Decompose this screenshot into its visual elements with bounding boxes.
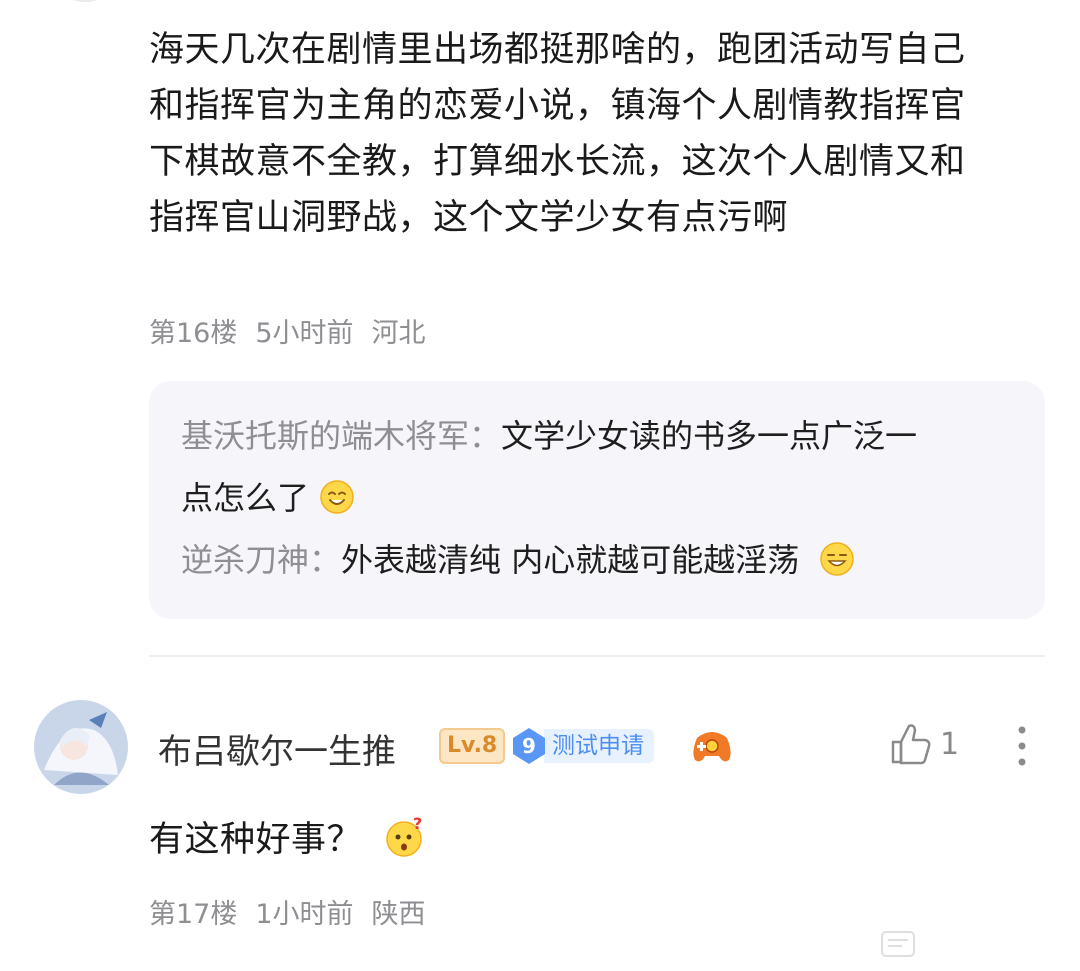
sub-reply-author[interactable]: 逆杀刀神： [181, 541, 341, 579]
location-label: 陕西 [371, 899, 426, 930]
comment-16-meta: 第16楼 5小时前 河北 [149, 311, 1049, 350]
comment-17-meta: 第17楼 1小时前 陕西 [149, 892, 1049, 931]
grin-emoji [820, 542, 854, 576]
level-badge: Lv.8 [439, 728, 506, 764]
like-count: 1 [940, 726, 960, 762]
comment-17-text: 有这种好事？ [149, 820, 363, 860]
previous-avatar-fragment [60, 0, 110, 2]
sub-replies-box[interactable]: 基沃托斯的端木将军：文学少女读的书多一点广泛一 点怎么了 逆杀刀神：外表越清纯 … [149, 381, 1045, 619]
game-controller-icon [693, 732, 731, 762]
thinking-emoji: ? [386, 815, 423, 857]
sub-reply-2[interactable]: 逆杀刀神：外表越清纯 内心就越可能越淫荡 [181, 529, 1013, 591]
sub-reply-1-cont: 点怎么了 [181, 467, 1013, 529]
tag-number-icon: 9 [510, 726, 548, 766]
comment-16-line-4: 指挥官山洞野战，这个文学少女有点污啊 [149, 198, 789, 238]
avatar[interactable] [34, 700, 128, 794]
tag-number: 9 [522, 734, 536, 758]
like-button[interactable]: 1 [890, 722, 959, 766]
floor-label: 第16楼 [149, 318, 238, 349]
floor-label: 第17楼 [149, 899, 238, 930]
tag-badge[interactable]: 9 测试申请 [510, 726, 654, 766]
divider [149, 655, 1045, 657]
comment-17-body: 有这种好事？ ? [149, 812, 1049, 868]
thumbs-up-icon [891, 724, 931, 765]
location-label: 河北 [371, 318, 426, 349]
sub-reply-text: 文学少女读的书多一点广泛一 [501, 417, 918, 455]
sub-reply-text: 外表越清纯 内心就越可能越淫荡 [341, 541, 800, 579]
time-label: 5小时前 [255, 318, 354, 349]
more-vertical-icon[interactable] [1012, 722, 1032, 770]
tag-text: 测试申请 [544, 729, 654, 763]
svg-text:?: ? [413, 815, 423, 833]
comment-16-body: 海天几次在剧情里出场都挺那啥的，跑团活动写自己 和指挥官为主角的恋爱小说，镇海个… [149, 22, 1049, 246]
comment-17-header: 布吕歇尔一生推 Lv.8 9 测试申请 1 [34, 700, 1054, 796]
comment-16-line-3: 下棋故意不全教，打算细水长流，这次个人剧情又和 [149, 142, 966, 182]
smile-emoji [320, 480, 354, 514]
comment-16-line-1: 海天几次在剧情里出场都挺那啥的，跑团活动写自己 [149, 30, 966, 70]
time-label: 1小时前 [255, 899, 354, 930]
avatar-image [34, 700, 128, 794]
sub-reply-text: 点怎么了 [181, 479, 310, 517]
faint-watermark-icon [881, 931, 915, 957]
sub-reply-1[interactable]: 基沃托斯的端木将军：文学少女读的书多一点广泛一 [181, 405, 1013, 467]
username[interactable]: 布吕歇尔一生推 [158, 724, 396, 773]
sub-reply-author[interactable]: 基沃托斯的端木将军： [181, 417, 501, 455]
comment-16-line-2: 和指挥官为主角的恋爱小说，镇海个人剧情教指挥官 [149, 86, 966, 126]
